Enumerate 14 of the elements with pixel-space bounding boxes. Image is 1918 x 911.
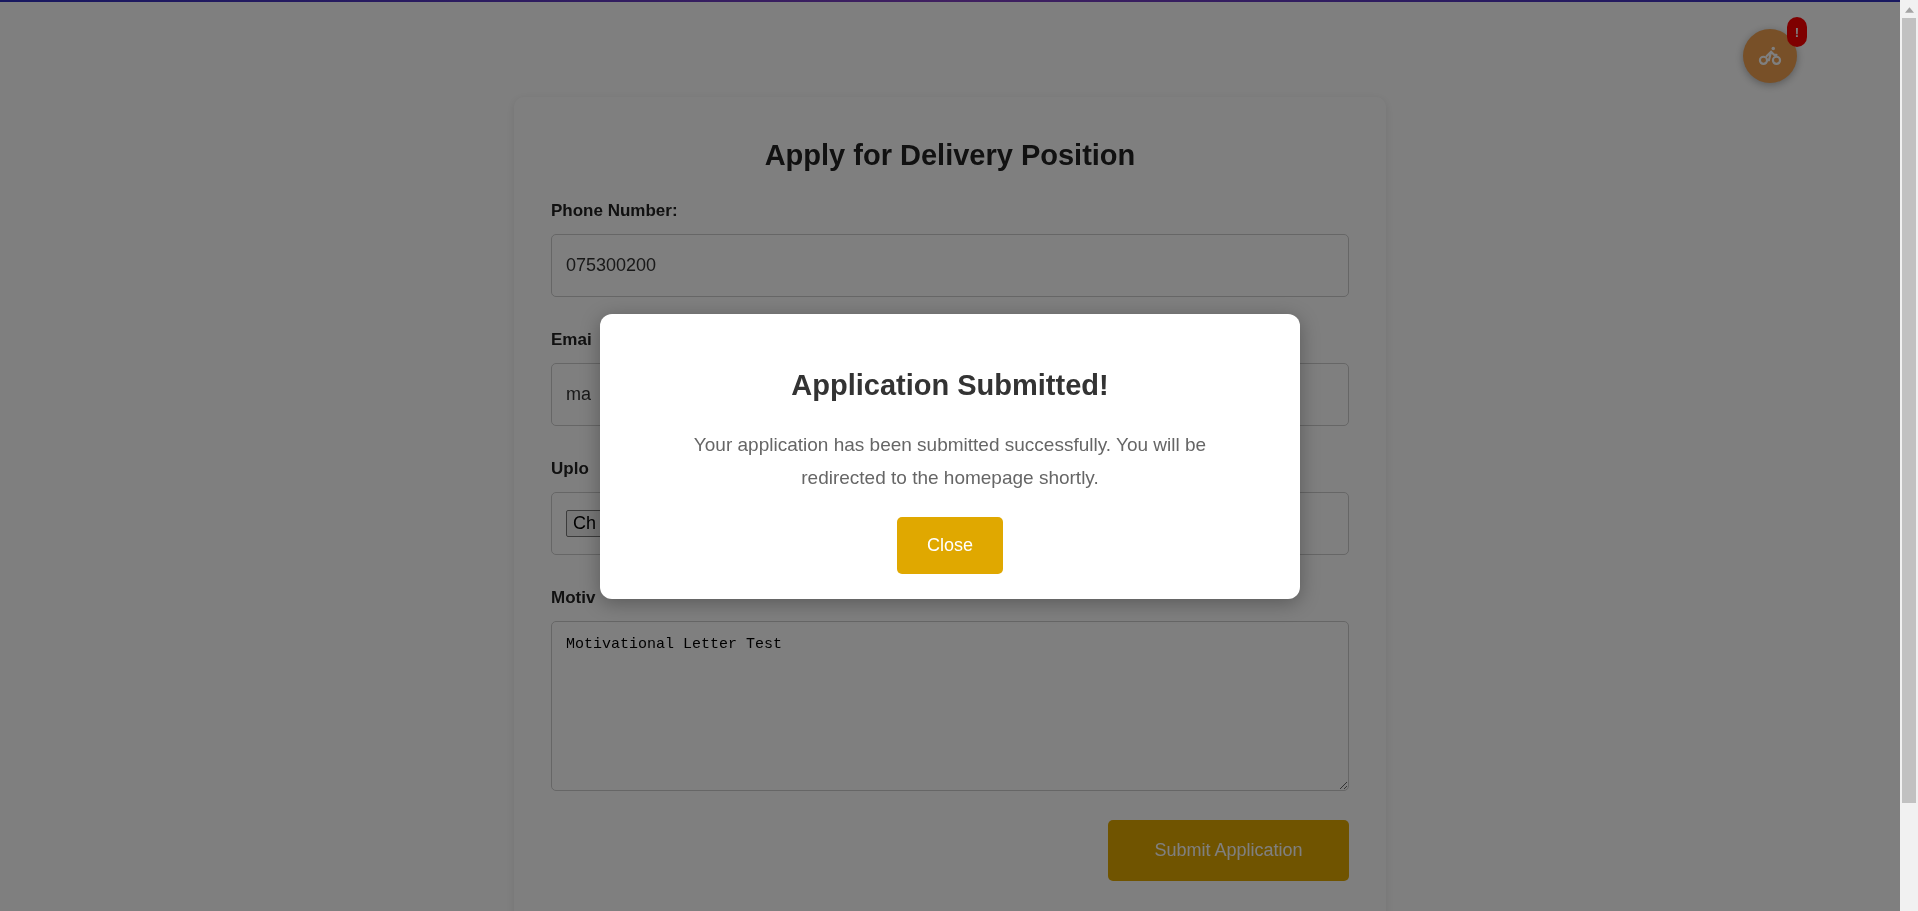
form-title: Apply for Delivery Position (763, 138, 1137, 173)
modal-message: Your application has been submitted successfully. You will be redirected to the homepage shortly. (692, 433, 1208, 490)
input-field[interactable]: 075300200 (551, 234, 1349, 297)
field-label: Phone Number: (551, 200, 678, 222)
field-label: Emai (551, 329, 592, 351)
textarea-field[interactable]: Motivational Letter Test (551, 621, 1349, 791)
scrollbar-thumb[interactable] (1902, 18, 1916, 803)
bicycle-button[interactable] (1743, 29, 1797, 83)
scroll-up-icon[interactable] (1904, 7, 1914, 13)
notification-badge: ! (1787, 17, 1807, 47)
field-label: Uplo (551, 458, 589, 480)
field-label: Motiv (551, 587, 596, 609)
modal-title: Application Submitted! (790, 368, 1110, 403)
scrollbar[interactable] (1900, 0, 1918, 911)
